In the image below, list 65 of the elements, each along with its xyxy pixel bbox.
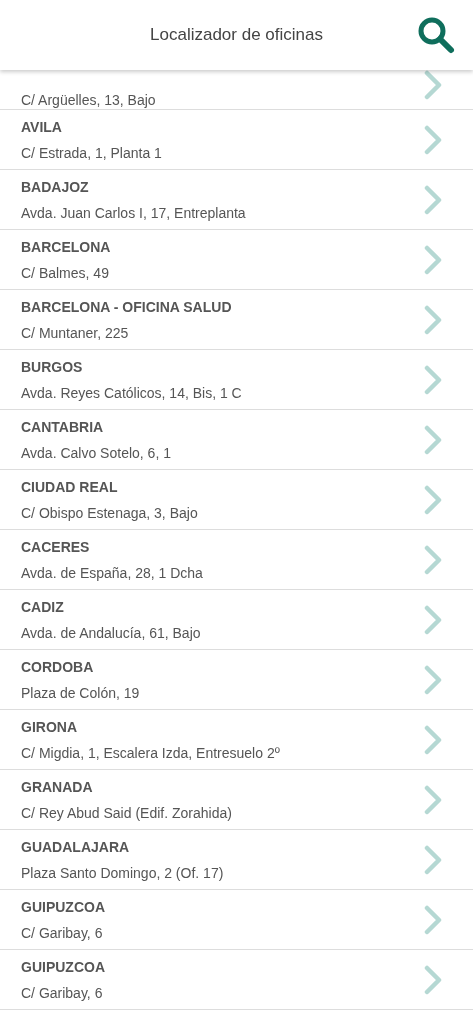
office-row[interactable]: CORDOBA Plaza de Colón, 19 [0,650,473,710]
office-address: C/ Rey Abud Said (Edif. Zorahida) [21,803,233,822]
office-name: BADAJOZ [21,177,90,196]
office-address: C/ Balmes, 49 [21,263,110,282]
office-row[interactable]: GUIPUZCOA C/ Garibay, 6 [0,890,473,950]
chevron-icon [424,845,442,875]
office-address: C/ Argüelles, 13, Bajo [21,90,157,109]
office-row[interactable]: CACERES Avda. de España, 28, 1 Dcha [0,530,473,590]
chevron-icon [424,785,442,815]
office-address: Avda. de España, 28, 1 Dcha [21,563,204,582]
office-address: Avda. Juan Carlos I, 17, Entreplanta [21,203,247,222]
office-row[interactable]: GIRONA C/ Migdia, 1, Escalera Izda, Entresuelo 2º [0,710,473,770]
office-row[interactable]: C/ Argüelles, 13, Bajo [0,70,473,110]
office-name: CIUDAD REAL [21,477,119,496]
office-name: GUIPUZCOA [21,897,106,916]
office-row[interactable]: GRANADA C/ Rey Abud Said (Edif. Zorahida) [0,770,473,830]
chevron-icon [424,185,442,215]
office-name: BARCELONA - OFICINA SALUD [21,297,233,316]
office-address: Avda. Calvo Sotelo, 6, 1 [21,443,172,462]
office-name: AVILA [21,117,63,136]
chevron-icon [424,965,442,995]
office-address: C/ Garibay, 6 [21,983,104,1002]
header-title: Localizador de oficinas [149,24,324,47]
office-name: CANTABRIA [21,417,105,436]
office-address: Avda. Reyes Católicos, 14, Bis, 1 C [21,383,243,402]
office-address: Plaza de Colón, 19 [21,683,141,702]
chevron-icon [424,665,442,695]
office-row[interactable]: GUIPUZCOA C/ Garibay, 6 [0,950,473,1010]
office-name: CACERES [21,537,91,556]
office-name: GIRONA [21,717,78,736]
office-name: BARCELONA [21,237,112,256]
office-address: C/ Garibay, 6 [21,923,104,942]
chevron-icon [424,425,442,455]
office-name: GUIPUZCOA [21,957,106,976]
search-icon [416,15,456,55]
office-row[interactable]: CANTABRIA Avda. Calvo Sotelo, 6, 1 [0,410,473,470]
chevron-icon [424,905,442,935]
chevron-icon [424,365,442,395]
chevron-icon [424,725,442,755]
chevron-icon [424,305,442,335]
office-row[interactable]: GUADALAJARA Plaza Santo Domingo, 2 (Of. 17) [0,830,473,890]
office-row[interactable]: BARCELONA - OFICINA SALUD C/ Muntaner, 225 [0,290,473,350]
chevron-icon [424,125,442,155]
office-address: Avda. de Andalucía, 61, Bajo [21,623,202,642]
chevron-icon [424,545,442,575]
office-row[interactable]: CADIZ Avda. de Andalucía, 61, Bajo [0,590,473,650]
office-name: GUADALAJARA [21,837,131,856]
office-row[interactable]: BURGOS Avda. Reyes Católicos, 14, Bis, 1 C [0,350,473,410]
office-address: C/ Obispo Estenaga, 3, Bajo [21,503,199,522]
office-address: C/ Muntaner, 225 [21,323,130,342]
office-name: CADIZ [21,597,65,616]
chevron-icon [424,245,442,275]
office-address: Plaza Santo Domingo, 2 (Of. 17) [21,863,225,882]
office-name: BURGOS [21,357,84,376]
office-name: CORDOBA [21,657,95,676]
chevron-icon [424,70,442,100]
office-row[interactable]: CIUDAD REAL C/ Obispo Estenaga, 3, Bajo [0,470,473,530]
office-row[interactable]: AVILA C/ Estrada, 1, Planta 1 [0,110,473,170]
chevron-icon [424,605,442,635]
office-address: C/ Migdia, 1, Escalera Izda, Entresuelo 2º [21,743,281,762]
chevron-icon [424,485,442,515]
office-address: C/ Estrada, 1, Planta 1 [21,143,163,162]
office-name: GRANADA [21,777,94,796]
office-row[interactable]: BARCELONA C/ Balmes, 49 [0,230,473,290]
office-row[interactable]: BADAJOZ Avda. Juan Carlos I, 17, Entreplanta [0,170,473,230]
